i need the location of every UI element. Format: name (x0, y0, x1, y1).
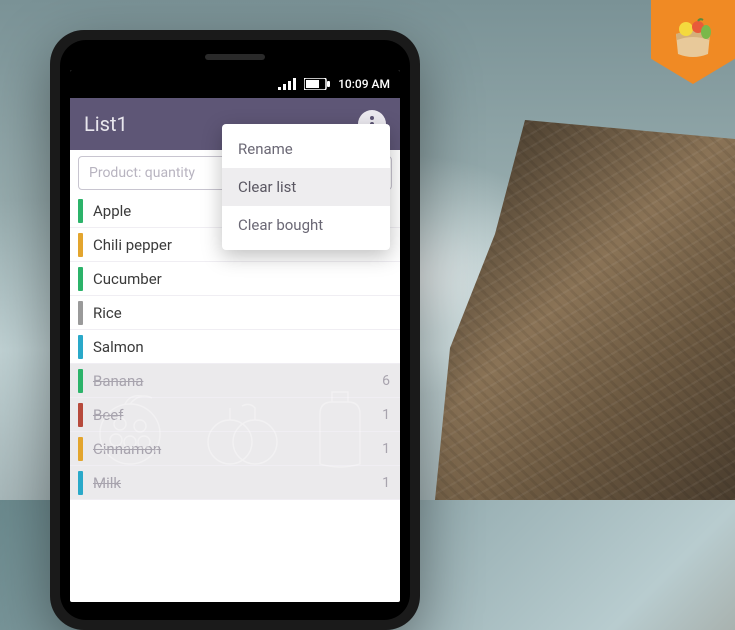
battery-icon (304, 78, 330, 90)
category-color-bar (78, 233, 83, 257)
item-quantity: 1 (382, 475, 390, 491)
item-name: Salmon (93, 338, 390, 356)
status-bar: 10:09 AM (70, 70, 400, 98)
phone-earpiece (205, 54, 265, 60)
item-name: Rice (93, 304, 390, 322)
category-color-bar (78, 403, 83, 427)
item-quantity: 6 (382, 373, 390, 389)
item-quantity: 1 (382, 441, 390, 457)
overflow-menu-dropdown: Rename Clear list Clear bought (222, 124, 390, 250)
product-input-placeholder: Product: quantity (89, 165, 195, 181)
list-item-bought[interactable]: Cinnamon 1 (70, 432, 400, 466)
item-name: Cinnamon (93, 440, 382, 458)
list-item[interactable]: Cucumber (70, 262, 400, 296)
item-name: Beef (93, 406, 382, 424)
category-color-bar (78, 199, 83, 223)
list-title: List1 (84, 112, 128, 136)
menu-item-rename[interactable]: Rename (222, 130, 390, 168)
grocery-list: Apple Chili pepper Cucumber Rice Salmon (70, 190, 400, 602)
category-color-bar (78, 335, 83, 359)
category-color-bar (78, 301, 83, 325)
list-item[interactable]: Rice (70, 296, 400, 330)
bought-section: Banana 6 Beef 1 Cinnamon 1 (70, 364, 400, 500)
signal-icon (278, 78, 296, 90)
menu-item-clear-bought[interactable]: Clear bought (222, 206, 390, 244)
list-item-bought[interactable]: Beef 1 (70, 398, 400, 432)
status-time: 10:09 AM (338, 77, 390, 91)
list-item[interactable]: Salmon (70, 330, 400, 364)
grocery-bag-icon (668, 12, 718, 62)
category-color-bar (78, 267, 83, 291)
item-name: Milk (93, 474, 382, 492)
category-color-bar (78, 471, 83, 495)
list-item-bought[interactable]: Milk 1 (70, 466, 400, 500)
item-quantity: 1 (382, 407, 390, 423)
category-color-bar (78, 369, 83, 393)
phone-frame: 10:09 AM List1 Product: quantity Apple (50, 30, 420, 630)
item-name: Banana (93, 372, 382, 390)
menu-item-clear-list[interactable]: Clear list (222, 168, 390, 206)
item-name: Cucumber (93, 270, 390, 288)
list-item-bought[interactable]: Banana 6 (70, 364, 400, 398)
category-color-bar (78, 437, 83, 461)
app-screen: 10:09 AM List1 Product: quantity Apple (70, 70, 400, 602)
